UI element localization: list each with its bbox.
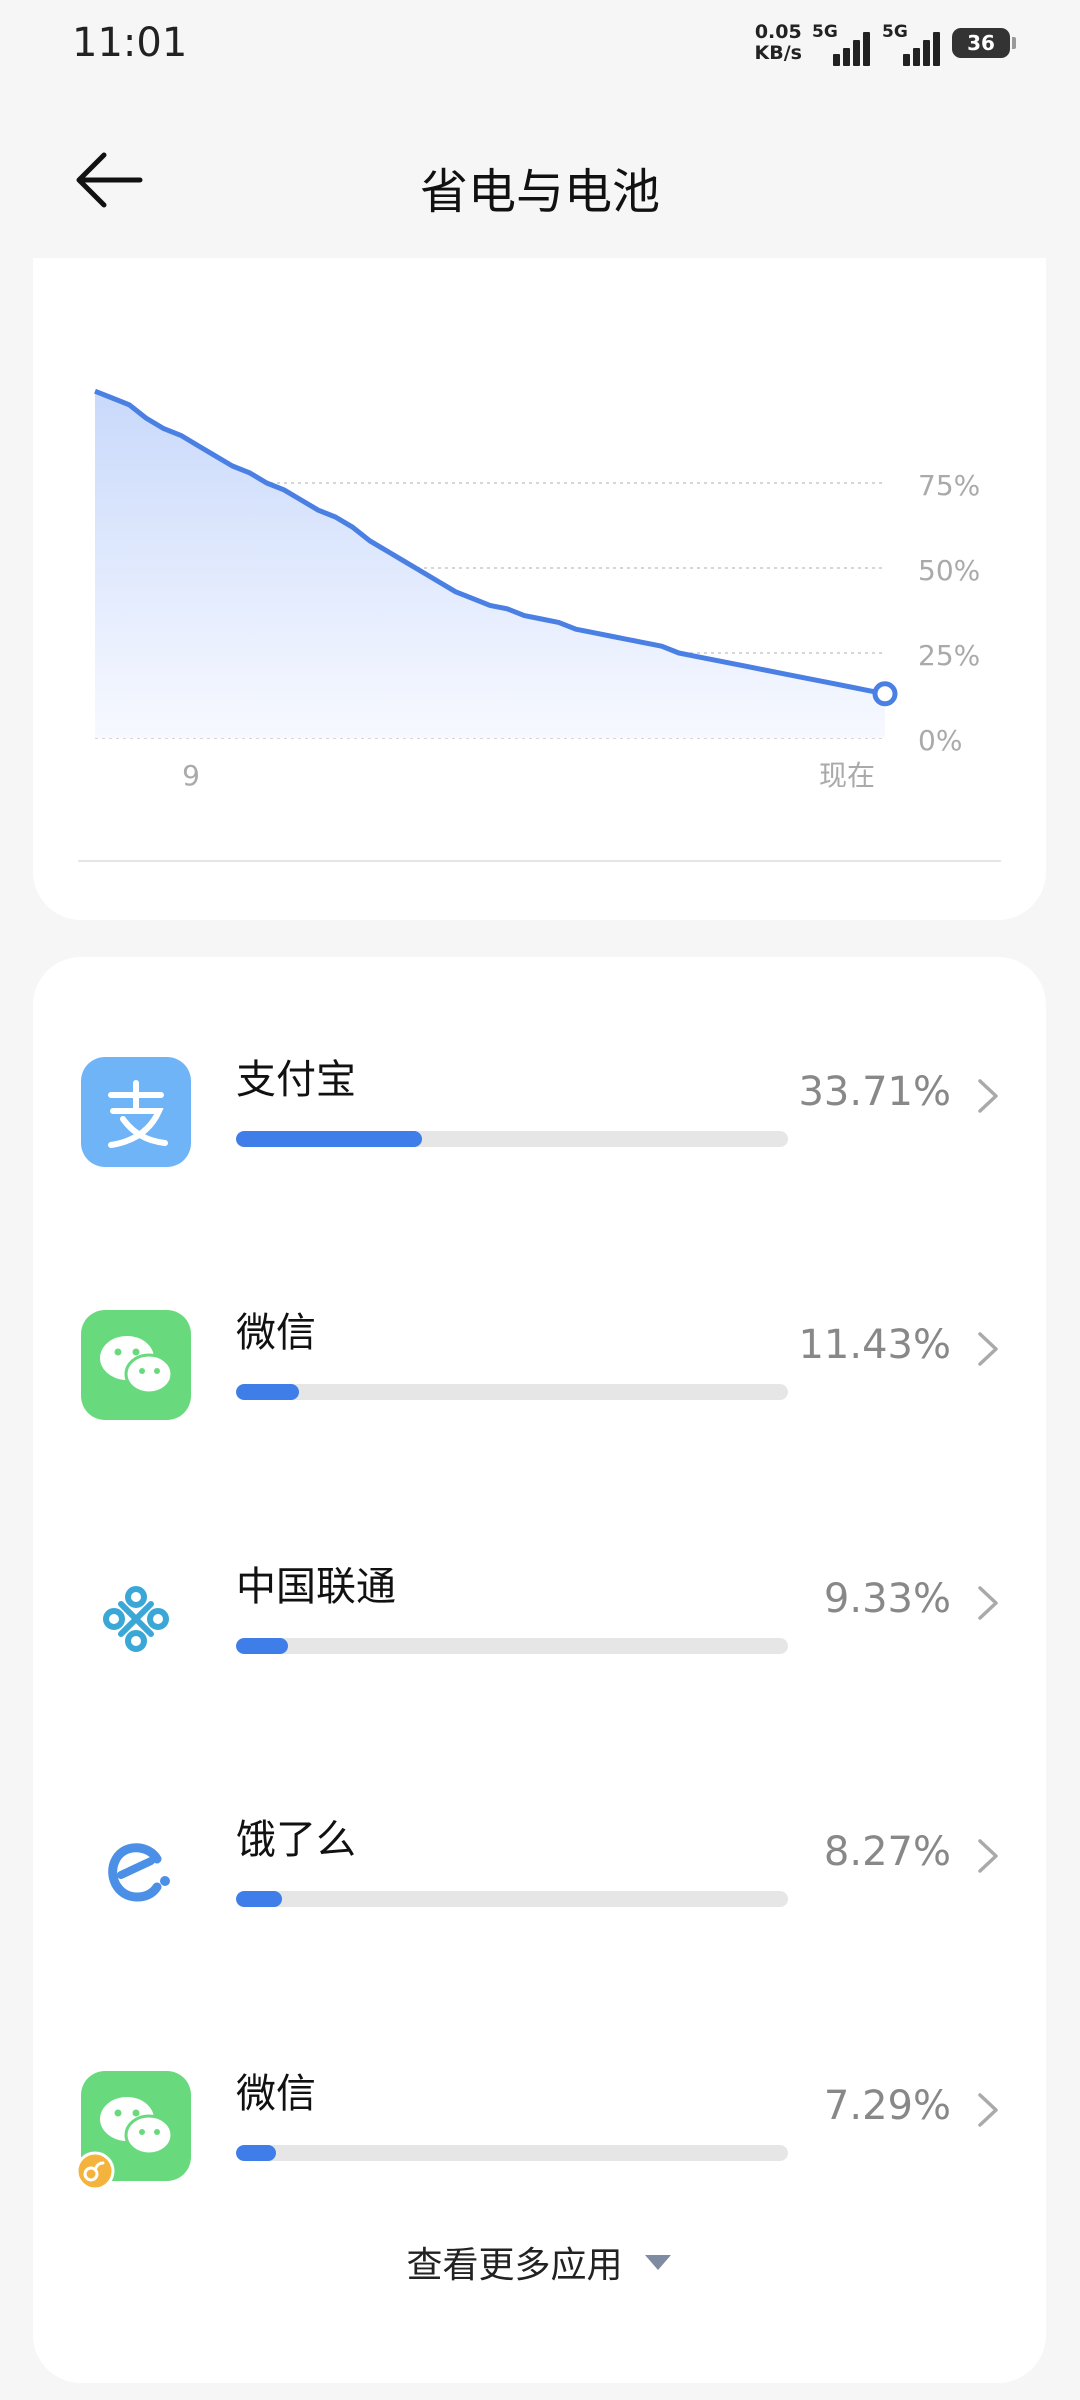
alipay-icon [81, 1057, 191, 1167]
usage-bar [236, 1131, 788, 1147]
usage-percent: 7.29% [823, 2083, 951, 2129]
usage-bar-fill [236, 2145, 277, 2161]
usage-bar [236, 1891, 788, 1907]
chevron-right-icon [978, 1586, 998, 1620]
app-name: 饿了么 [236, 1817, 356, 1863]
card-divider [78, 860, 1001, 862]
app-clone-badge-icon [75, 2151, 115, 2191]
china-unicom-icon [81, 1564, 191, 1674]
chevron-right-icon [978, 1332, 998, 1366]
battery-level-chart[interactable]: 75% 50% 25% 0% 9 现在 [33, 258, 1046, 858]
app-row-eleme[interactable]: 饿了么 8.27% [33, 1787, 1046, 1987]
signal-icon: 5G [812, 22, 872, 66]
battery-icon: 36 [952, 28, 1016, 58]
x-tick-label: 现在 [819, 759, 875, 792]
app-row-alipay[interactable]: 支付宝 33.71% [33, 1027, 1046, 1227]
chevron-right-icon [978, 2093, 998, 2127]
signal-type-label: 5G [812, 22, 838, 42]
wechat-clone-icon [75, 2071, 191, 2191]
usage-bar-fill [236, 1131, 423, 1147]
usage-percent: 8.27% [823, 1829, 951, 1875]
usage-bar-fill [236, 1384, 300, 1400]
usage-bar-fill [236, 1638, 288, 1654]
app-name: 微信 [236, 2071, 316, 2117]
eleme-icon [81, 1817, 191, 1927]
status-time: 11:01 [72, 20, 188, 66]
usage-percent: 33.71% [798, 1069, 951, 1115]
view-more-apps-label: 查看更多应用 [406, 2245, 623, 2286]
usage-bar [236, 1638, 788, 1654]
usage-bar [236, 1384, 788, 1400]
current-level-dot [872, 681, 898, 707]
page-title: 省电与电池 [419, 164, 660, 220]
battery-chart-card: 75% 50% 25% 0% 9 现在 [33, 258, 1046, 920]
app-row-wechat[interactable]: 微信 11.43% [33, 1280, 1046, 1480]
caret-down-icon [644, 2255, 671, 2270]
y-tick-label: 25% [918, 639, 980, 672]
x-tick-label: 9 [182, 759, 200, 792]
signal-type-label-2: 5G [882, 22, 908, 42]
status-bar: 11:01 0.05 KB/s 5G 5G 36 [0, 0, 1080, 90]
wechat-icon [81, 1310, 191, 1420]
y-tick-label: 50% [918, 554, 980, 587]
usage-percent: 11.43% [798, 1322, 951, 1368]
app-row-wechat-clone[interactable]: 微信 7.29% [33, 2041, 1046, 2241]
view-more-apps-button[interactable]: 查看更多应用 [33, 2227, 1046, 2297]
chevron-right-icon [978, 1839, 998, 1873]
y-tick-label: 75% [918, 469, 980, 502]
network-speed-unit: KB/s [754, 42, 802, 64]
usage-bar [236, 2145, 788, 2161]
battery-area [95, 391, 885, 738]
usage-bar-fill [236, 1891, 282, 1907]
status-icons: 0.05 KB/s 5G 5G 36 [755, 22, 1016, 66]
app-usage-list: 支付宝 33.71% 微信 11.43% 中国联通 9.33% 饿了么 8.27… [33, 957, 1046, 2383]
app-name: 微信 [236, 1310, 316, 1356]
usage-percent: 9.33% [823, 1576, 951, 1622]
chevron-right-icon [978, 1079, 998, 1113]
network-speed: 0.05 KB/s [755, 22, 802, 64]
y-tick-label: 0% [918, 724, 962, 757]
network-speed-value: 0.05 [754, 21, 802, 43]
app-row-china-unicom[interactable]: 中国联通 9.33% [33, 1534, 1046, 1734]
battery-level: 36 [967, 31, 995, 55]
app-name: 中国联通 [236, 1564, 396, 1610]
page-header: 省电与电池 [0, 120, 1080, 240]
signal-icon-2: 5G [882, 22, 942, 66]
app-name: 支付宝 [236, 1057, 356, 1103]
